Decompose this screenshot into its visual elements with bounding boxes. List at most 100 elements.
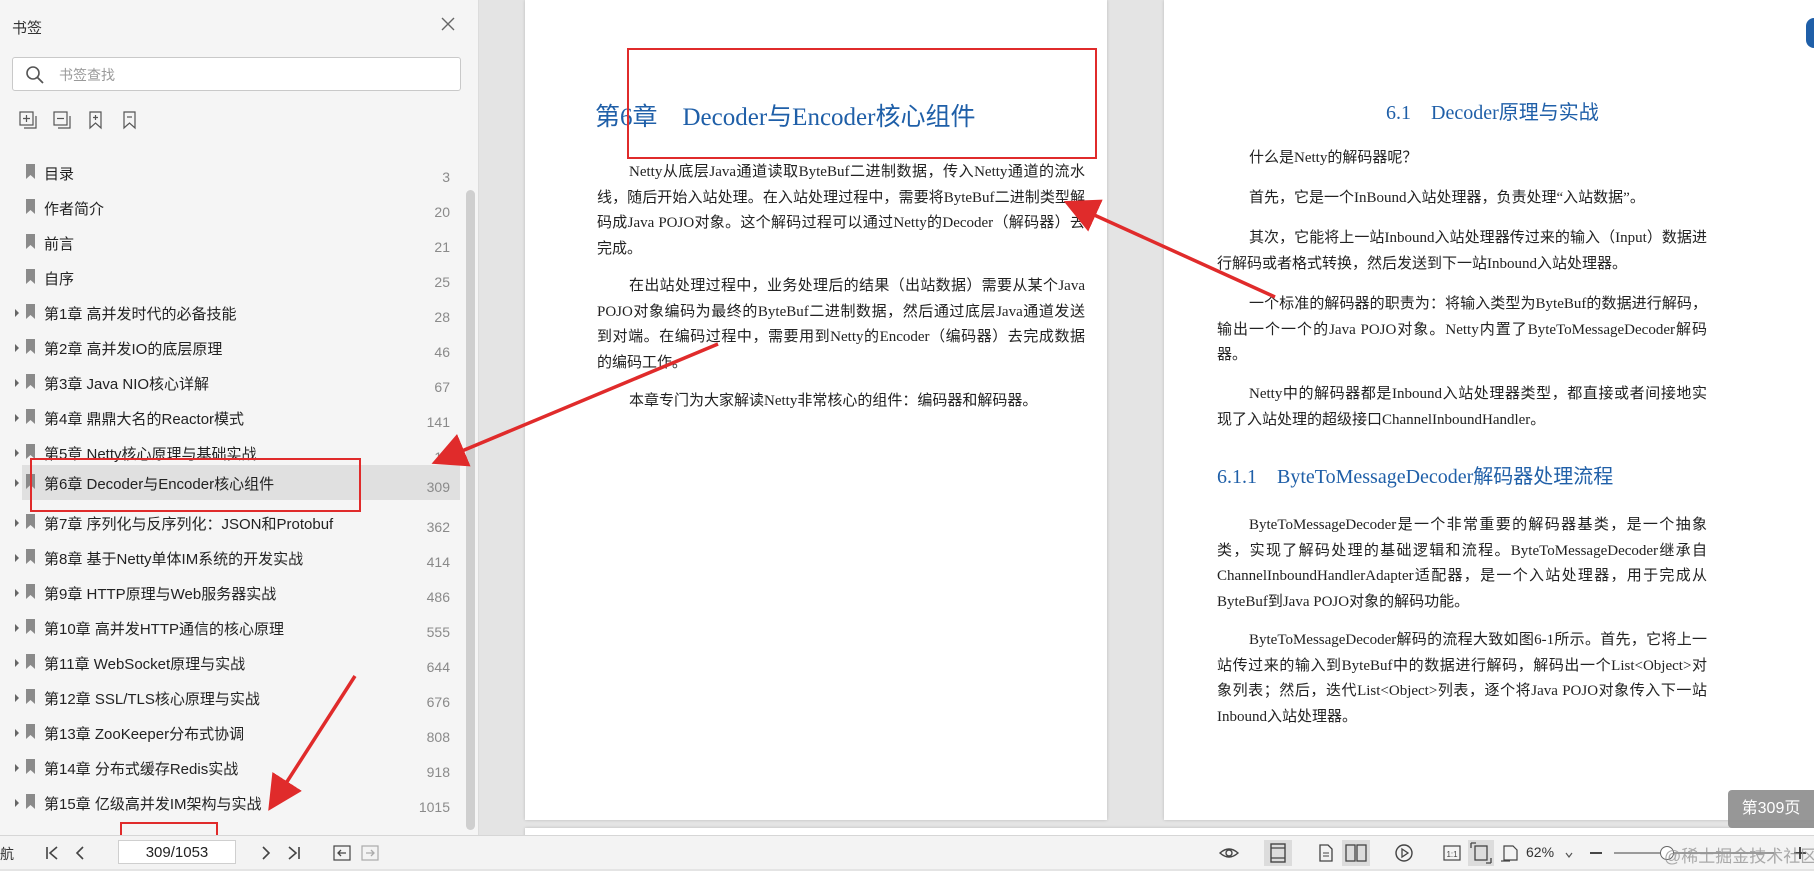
first-page-icon[interactable] [42,843,62,863]
bookmark-label: 第15章 亿级高并发IM架构与实战 [44,796,262,813]
collapse-all-icon[interactable] [52,110,72,130]
bookmark-item[interactable]: 第2章 高并发IO的底层原理 46 [0,330,460,365]
bookmark-flag-icon [26,619,35,634]
chevron-right-icon[interactable] [12,621,22,633]
chevron-right-icon[interactable] [12,446,22,458]
bookmark-icon[interactable] [120,110,140,130]
next-page-icon[interactable] [256,843,276,863]
zoom-out-icon[interactable] [1586,843,1606,863]
forward-icon[interactable] [360,843,380,863]
add-bookmark-icon[interactable] [86,110,106,130]
single-page-view-icon[interactable] [1264,840,1292,866]
fit-page-icon[interactable] [1468,840,1494,866]
bookmark-item[interactable]: 第10章 高并发HTTP通信的核心原理 555 [0,610,460,645]
back-icon[interactable] [332,843,352,863]
chevron-right-icon[interactable] [12,761,22,773]
bookmark-page-number: 918 [426,764,450,780]
expand-all-icon[interactable] [18,110,38,130]
status-bar: 航 1:1 62% [0,835,1814,869]
subsection-title: 6.1.1 ByteToMessageDecoder解码器处理流程 [1217,466,1614,488]
bookmark-item[interactable]: 第15章 亿级高并发IM架构与实战 1015 [0,785,460,820]
bookmark-flag-icon [26,549,35,564]
bookmark-page-number: 28 [434,309,450,325]
bookmark-page-number: 20 [434,204,450,220]
bookmark-item[interactable]: 自序 25 [0,260,460,295]
bookmark-item[interactable]: 第14章 分布式缓存Redis实战 918 [0,750,460,785]
bookmark-flag-icon [26,724,35,739]
watermark: @稀土掘金技术社区 [1664,847,1814,866]
chevron-right-icon[interactable] [12,411,22,423]
bookmark-item[interactable]: 第13章 ZooKeeper分布式协调 808 [0,715,460,750]
bookmark-label: 第6章 Decoder与Encoder核心组件 [44,476,275,493]
bookmark-item[interactable]: 第12章 SSL/TLS核心原理与实战 676 [0,680,460,715]
bookmark-item[interactable]: 目录 3 [0,155,460,190]
fit-width-icon[interactable] [1500,843,1520,863]
previous-page-icon[interactable] [70,843,90,863]
bookmark-label: 自序 [44,271,75,288]
play-icon[interactable] [1394,843,1414,863]
chevron-right-icon[interactable] [12,476,22,488]
bookmark-page-number: 362 [426,519,450,535]
bookmark-flag-icon [26,199,35,214]
bookmark-flag-icon [26,409,35,424]
bookmark-page-number: 3 [442,169,450,185]
bookmark-item[interactable]: 第8章 基于Netty单体IM系统的开发实战 414 [0,540,460,575]
paragraph: ByteToMessageDecoder是一个非常重要的解码器基类，是一个抽象类… [1217,517,1707,610]
bookmark-flag-icon [26,654,35,669]
bookmark-item[interactable]: 作者简介 20 [0,190,460,225]
chevron-right-icon[interactable] [12,551,22,563]
last-page-icon[interactable] [284,843,304,863]
chevron-down-icon[interactable] [1564,847,1574,858]
bookmark-page-number: 309 [426,479,450,495]
single-page-icon[interactable] [1316,843,1336,863]
bookmark-label: 第3章 Java NIO核心详解 [44,376,210,393]
bookmark-label: 前言 [44,236,75,253]
bookmark-flag-icon [26,584,35,599]
chevron-right-icon[interactable] [12,306,22,318]
paragraph: 其次，它能将上一站Inbound入站处理器传过来的输入（Input）数据进行解码… [1217,230,1707,272]
chevron-right-icon[interactable] [12,516,22,528]
chevron-right-icon[interactable] [12,586,22,598]
bookmark-flag-icon [26,794,35,809]
bookmark-page-number: 141 [426,414,450,430]
bookmark-label: 第5章 Netty核心原理与基础实战 [44,446,257,463]
bookmark-page-number: 1015 [418,799,450,815]
chevron-right-icon[interactable] [12,726,22,738]
bookmark-search[interactable] [12,57,461,91]
bookmark-label: 第8章 基于Netty单体IM系统的开发实战 [44,551,304,568]
paragraph: 首先，它是一个InBound入站处理器，负责处理“入站数据”。 [1249,190,1645,206]
bookmark-item[interactable]: 前言 21 [0,225,460,260]
svg-text:1:1: 1:1 [1446,850,1458,859]
bookmark-label: 第14章 分布式缓存Redis实战 [44,761,239,778]
chevron-right-icon[interactable] [12,656,22,668]
bookmark-item[interactable]: 第1章 高并发时代的必备技能 28 [0,295,460,330]
bookmark-search-input[interactable] [57,64,451,86]
two-page-icon[interactable] [1342,840,1370,866]
bookmark-item[interactable]: 第6章 Decoder与Encoder核心组件 309 [15,465,460,500]
bookmark-panel: 书签 目录 3 作者简介 20 前言 21 自序 25 第1章 高并发时代的必备技能 28 第2章 … [0,0,479,835]
nav-label: 航 [0,846,14,862]
side-panel-toggle[interactable] [1806,18,1814,48]
bookmark-flag-icon [26,514,35,529]
bookmark-item[interactable]: 第11章 WebSocket原理与实战 644 [0,645,460,680]
bookmark-item[interactable]: 第9章 HTTP原理与Web服务器实战 486 [0,575,460,610]
chevron-right-icon[interactable] [12,341,22,353]
bookmark-label: 第10章 高并发HTTP通信的核心原理 [44,621,285,638]
chevron-right-icon[interactable] [12,691,22,703]
bookmark-label: 目录 [44,166,75,183]
actual-size-icon[interactable]: 1:1 [1442,843,1462,863]
bookmark-label: 第11章 WebSocket原理与实战 [44,656,246,673]
bookmark-label: 第1章 高并发时代的必备技能 [44,306,237,323]
chevron-right-icon[interactable] [12,796,22,808]
chevron-right-icon[interactable] [12,376,22,388]
bookmark-item[interactable]: 第3章 Java NIO核心详解 67 [0,365,460,400]
eye-icon[interactable] [1218,843,1240,863]
bookmark-flag-icon [26,269,35,284]
bookmark-item[interactable]: 第4章 鼎鼎大名的Reactor模式 141 [0,400,460,435]
close-icon[interactable] [438,14,458,34]
zoom-level[interactable]: 62% [1526,844,1554,860]
bookmark-item[interactable]: 第7章 序列化与反序列化：JSON和Protobuf 362 [0,505,460,540]
page-number-input[interactable] [118,840,236,864]
sidebar-scrollbar[interactable] [466,190,475,830]
bookmark-flag-icon [26,304,35,319]
